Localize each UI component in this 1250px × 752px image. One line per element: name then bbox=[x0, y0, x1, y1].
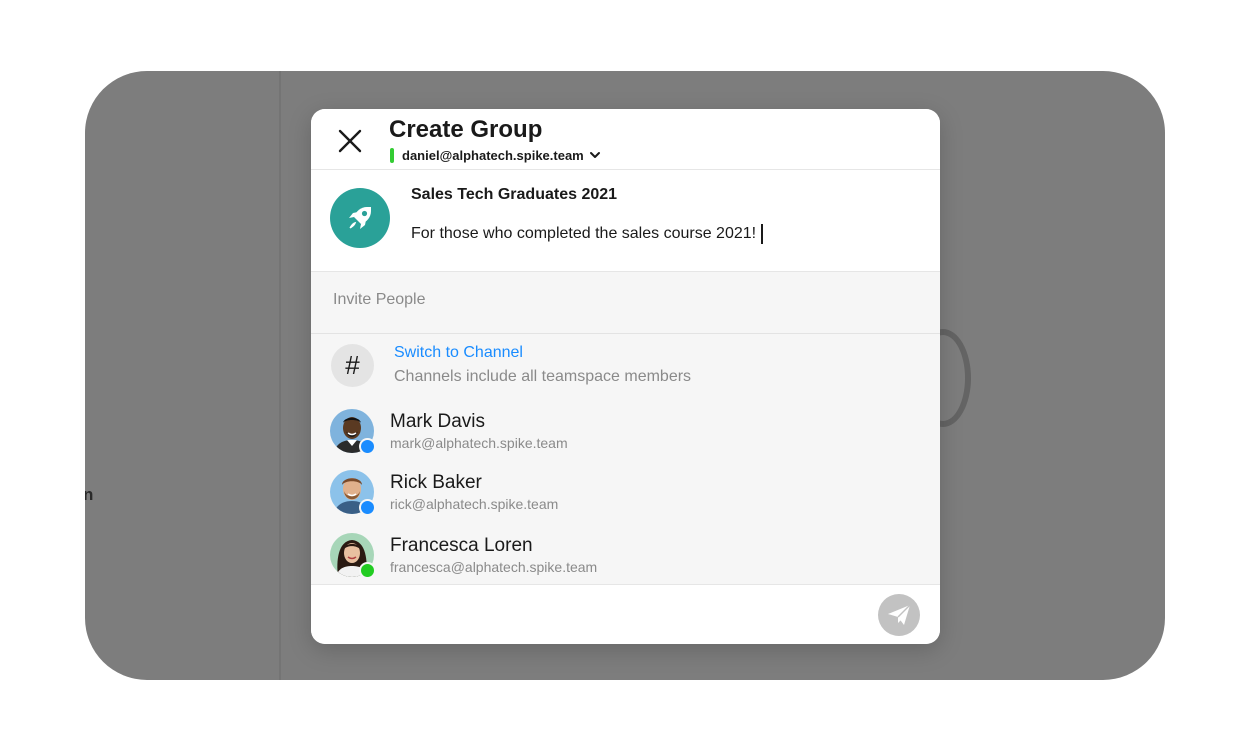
avatar bbox=[330, 533, 376, 579]
rocket-icon bbox=[349, 207, 371, 229]
account-email: daniel@alphatech.spike.team bbox=[402, 147, 584, 163]
switch-to-channel-link[interactable]: Switch to Channel bbox=[394, 344, 523, 362]
close-button[interactable] bbox=[335, 126, 365, 156]
status-badge bbox=[359, 438, 376, 455]
background-sidebar-label: n bbox=[85, 485, 94, 504]
person-name: Francesca Loren bbox=[390, 535, 533, 556]
group-name[interactable]: Sales Tech Graduates 2021 bbox=[411, 186, 617, 204]
list-item[interactable]: Francesca Loren francesca@alphatech.spik… bbox=[311, 533, 940, 591]
chevron-down-icon bbox=[589, 152, 600, 158]
account-status-indicator bbox=[390, 147, 394, 163]
background-sidebar-divider bbox=[279, 71, 281, 680]
send-button[interactable] bbox=[878, 594, 920, 636]
invite-section bbox=[311, 272, 940, 334]
group-description: For those who completed the sales course… bbox=[411, 225, 757, 242]
status-badge bbox=[359, 499, 376, 516]
avatar bbox=[330, 470, 376, 516]
list-item[interactable]: Rick Baker rick@alphatech.spike.team bbox=[311, 470, 940, 528]
avatar bbox=[330, 409, 376, 455]
invite-people-input[interactable] bbox=[333, 291, 913, 309]
switch-to-channel-option[interactable]: # Switch to Channel Channels include all… bbox=[311, 334, 940, 398]
switch-to-channel-description: Channels include all teamspace members bbox=[394, 368, 692, 385]
text-cursor bbox=[761, 224, 763, 244]
group-description-field[interactable]: For those who completed the sales course… bbox=[411, 224, 763, 244]
person-name: Rick Baker bbox=[390, 472, 482, 493]
person-name: Mark Davis bbox=[390, 411, 486, 432]
account-selector[interactable]: daniel@alphatech.spike.team bbox=[390, 146, 601, 164]
list-item[interactable]: Mark Davis mark@alphatech.spike.team bbox=[311, 409, 940, 467]
person-email: mark@alphatech.spike.team bbox=[390, 435, 568, 451]
paper-plane-icon bbox=[888, 604, 911, 625]
status-badge bbox=[359, 562, 376, 579]
dialog-footer bbox=[311, 584, 940, 644]
group-avatar-button[interactable] bbox=[330, 188, 390, 248]
person-email: francesca@alphatech.spike.team bbox=[390, 559, 598, 575]
close-icon bbox=[338, 129, 362, 153]
create-group-dialog: Create Group daniel@alphatech.spike.team… bbox=[311, 109, 940, 644]
dialog-header: Create Group daniel@alphatech.spike.team bbox=[311, 109, 940, 170]
dialog-title: Create Group bbox=[389, 116, 543, 143]
hash-icon: # bbox=[331, 344, 374, 387]
group-details: Sales Tech Graduates 2021 For those who … bbox=[311, 170, 940, 272]
person-email: rick@alphatech.spike.team bbox=[390, 496, 559, 512]
